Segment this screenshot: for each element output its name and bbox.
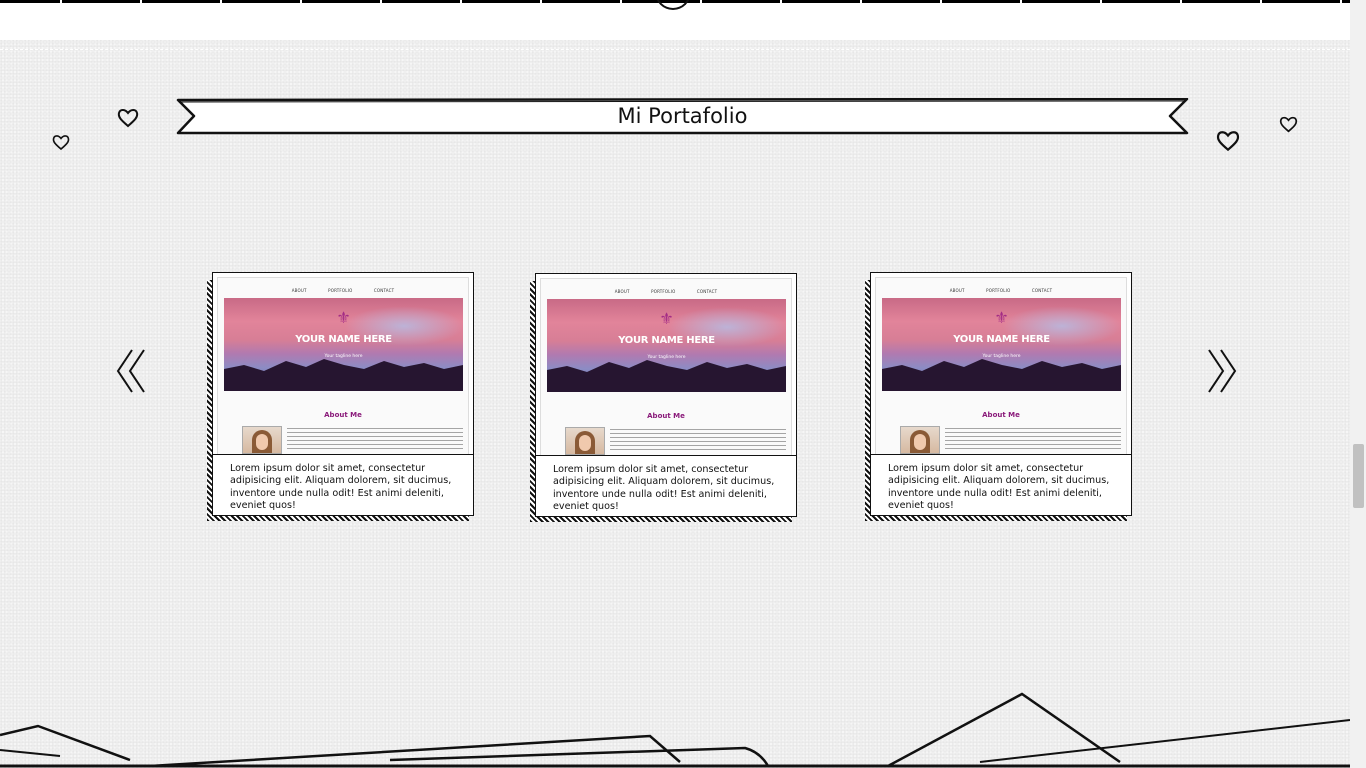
portfolio-thumbnail[interactable]: ABOUT PORTFOLIO CONTACT ⚜ YOUR NAME HERE…	[875, 277, 1127, 455]
thumbnail-nav: ABOUT PORTFOLIO CONTACT	[541, 289, 791, 294]
heart-icon	[1279, 116, 1298, 133]
top-swirl-decoration	[655, 0, 691, 10]
thumbnail-nav-item: ABOUT	[614, 289, 630, 294]
section-divider	[0, 49, 1350, 50]
thumbnail-name: YOUR NAME HERE	[953, 334, 1050, 345]
thumbnail-nav-item: PORTFOLIO	[651, 289, 676, 294]
thumbnail-nav-item: ABOUT	[291, 288, 307, 293]
thumbnail-nav-item: CONTACT	[373, 288, 395, 293]
carousel-next-button[interactable]: double-chevron-right-icon	[1205, 348, 1239, 394]
thumbnail-name: YOUR NAME HERE	[618, 335, 715, 346]
thumbnail-nav-item: ABOUT	[949, 288, 965, 293]
thumbnail-about-title: About Me	[647, 412, 685, 420]
avatar	[900, 426, 940, 454]
scrollbar-thumb[interactable]	[1353, 444, 1364, 508]
portfolio-card[interactable]: ABOUT PORTFOLIO CONTACT ⚜ YOUR NAME HERE…	[207, 272, 474, 521]
logo-icon: ⚜	[994, 308, 1009, 327]
logo-icon: ⚜	[659, 309, 674, 328]
card-divider	[536, 455, 796, 456]
portfolio-thumbnail[interactable]: ABOUT PORTFOLIO CONTACT ⚜ YOUR NAME HERE…	[540, 278, 792, 456]
thumbnail-tagline: Your tagline here	[982, 354, 1021, 359]
bottom-sketch-decoration	[0, 692, 1350, 768]
thumbnail-hero: ⚜ YOUR NAME HERE Your tagline here	[547, 299, 786, 392]
thumbnail-tagline: Your tagline here	[647, 355, 686, 360]
thumbnail-about-title: About Me	[982, 411, 1020, 419]
thumbnail-tagline: Your tagline here	[324, 354, 363, 359]
carousel-prev-button[interactable]: double-chevron-left-icon	[114, 348, 148, 394]
logo-icon: ⚜	[336, 308, 351, 327]
portfolio-card[interactable]: ABOUT PORTFOLIO CONTACT ⚜ YOUR NAME HERE…	[865, 272, 1132, 521]
thumbnail-nav-item: PORTFOLIO	[328, 288, 353, 293]
heart-icon	[52, 135, 70, 151]
card-divider	[213, 454, 473, 455]
portfolio-card[interactable]: ABOUT PORTFOLIO CONTACT ⚜ YOUR NAME HERE…	[530, 273, 797, 522]
card-description: Lorem ipsum dolor sit amet, consectetur …	[888, 463, 1110, 512]
card-divider	[871, 454, 1131, 455]
avatar	[565, 427, 605, 455]
card-description: Lorem ipsum dolor sit amet, consectetur …	[230, 463, 452, 512]
thumbnail-hero: ⚜ YOUR NAME HERE Your tagline here	[224, 298, 463, 391]
thumbnail-nav-item: CONTACT	[696, 289, 718, 294]
thumbnail-nav: ABOUT PORTFOLIO CONTACT	[218, 288, 468, 293]
thumbnail-nav-item: CONTACT	[1031, 288, 1053, 293]
card-description: Lorem ipsum dolor sit amet, consectetur …	[553, 464, 775, 513]
thumbnail-text-lines	[610, 429, 786, 453]
thumbnail-text-lines	[287, 428, 463, 452]
portfolio-thumbnail[interactable]: ABOUT PORTFOLIO CONTACT ⚜ YOUR NAME HERE…	[217, 277, 469, 455]
thumbnail-hero: ⚜ YOUR NAME HERE Your tagline here	[882, 298, 1121, 391]
top-strip	[0, 0, 1350, 40]
card-body: ABOUT PORTFOLIO CONTACT ⚜ YOUR NAME HERE…	[212, 272, 474, 516]
section-title: Mi Portafolio	[617, 104, 748, 128]
heart-icon	[1216, 131, 1240, 152]
thumbnail-nav: ABOUT PORTFOLIO CONTACT	[876, 288, 1126, 293]
avatar	[242, 426, 282, 454]
heart-icon	[117, 109, 139, 128]
section-ribbon: Mi Portafolio	[176, 98, 1189, 135]
scrollbar[interactable]	[1350, 0, 1366, 768]
thumbnail-text-lines	[945, 428, 1121, 452]
card-body: ABOUT PORTFOLIO CONTACT ⚜ YOUR NAME HERE…	[535, 273, 797, 517]
thumbnail-nav-item: PORTFOLIO	[986, 288, 1011, 293]
thumbnail-name: YOUR NAME HERE	[295, 334, 392, 345]
card-body: ABOUT PORTFOLIO CONTACT ⚜ YOUR NAME HERE…	[870, 272, 1132, 516]
thumbnail-about-title: About Me	[324, 411, 362, 419]
